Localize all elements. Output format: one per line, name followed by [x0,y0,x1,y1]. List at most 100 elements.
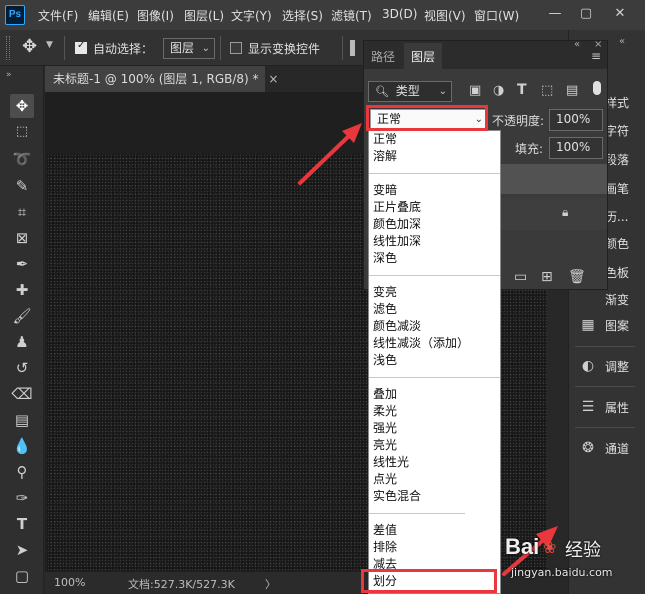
menu-layer[interactable]: 图层(L) [184,7,224,24]
blend-option[interactable]: 变暗 [373,183,397,198]
blur-tool-icon[interactable]: 💧 [10,434,34,458]
type-tool-icon[interactable]: T [10,512,34,536]
layer-filter-dropdown[interactable]: 🔍︎ 类型 ⌄ [368,81,452,102]
panel-menu-icon[interactable]: ≡ [591,49,601,63]
delete-layer-icon[interactable]: 🗑︎ [568,269,586,285]
auto-select-target-dropdown[interactable]: 图层 ⌄ [163,38,215,59]
opacity-label: 不透明度: [492,114,545,128]
brush-tool-icon[interactable]: 🖌 [10,304,34,328]
dock-item-channels[interactable]: ❂ 通道 [569,430,645,466]
show-transform-checkbox[interactable] [230,42,242,54]
options-divider [64,36,65,60]
path-select-tool-icon[interactable]: ➤ [10,538,34,562]
fill-value: 100% [556,140,591,154]
menu-select[interactable]: 选择(S) [282,7,323,24]
clone-stamp-tool-icon[interactable]: ♟ [10,330,34,354]
frame-tool-icon[interactable]: ⊠ [10,226,34,250]
marquee-tool-icon[interactable]: ⬚ [10,120,34,144]
collapse-panel-icon[interactable]: « [574,39,580,50]
lasso-tool-icon[interactable]: ➰ [10,147,34,171]
eyedropper-tool-icon[interactable]: ✒ [10,252,34,276]
filter-shape-icon[interactable]: ⬚ [541,83,553,98]
healing-brush-tool-icon[interactable]: ✚ [10,278,34,302]
close-window-button[interactable]: ✕ [605,2,635,26]
menu-type[interactable]: 文字(Y) [231,7,272,24]
paw-icon: ❀ [543,538,557,557]
layer-row-selected[interactable] [494,164,607,194]
tool-preset-chevron-icon[interactable]: ▼ [46,40,53,50]
blend-option[interactable]: 变亮 [373,285,397,300]
watermark: Bai ❀ 经验 jingyan.baidu.com [505,534,645,594]
dock-label: 渐变 [605,293,630,307]
pen-tool-icon[interactable]: ✑ [10,486,34,510]
filter-type-icon[interactable]: T [517,82,527,98]
dock-item-adjustments[interactable]: ◐ 调整 [569,348,645,384]
blend-option[interactable]: 柔光 [373,404,397,419]
filter-smart-object-icon[interactable]: ▤ [566,83,578,98]
collapse-dock-icon[interactable]: « [619,36,625,47]
menu-image[interactable]: 图像(I) [137,7,174,24]
lock-icon: 🔒︎ [562,205,569,219]
blend-option[interactable]: 正片叠底 [373,200,421,215]
blend-option[interactable]: 颜色加深 [373,217,421,232]
filter-adjustment-icon[interactable]: ◑ [493,83,504,98]
close-tab-icon[interactable]: × [268,72,278,86]
filter-pixel-icon[interactable]: ▣ [469,83,481,98]
menu-3d[interactable]: 3D(D) [382,7,417,21]
dock-label: 通道 [605,442,630,456]
tab-layers[interactable]: 图层 [404,43,442,71]
new-group-icon[interactable]: ▭ [514,269,527,285]
blend-option[interactable]: 亮光 [373,438,397,453]
tab-paths[interactable]: 路径 [366,43,400,71]
align-left-icon[interactable] [350,40,355,56]
maximize-button[interactable]: ▢ [571,2,601,26]
history-brush-tool-icon[interactable]: ↺ [10,356,34,380]
auto-select-checkbox[interactable] [75,40,87,54]
dock-divider [575,427,635,428]
channels-icon: ❂ [582,440,594,456]
zoom-level[interactable]: 100% [54,576,85,589]
gradient-tool-icon[interactable]: ▤ [10,408,34,432]
blend-option[interactable]: 强光 [373,421,397,436]
menu-view[interactable]: 视图(V) [424,7,466,24]
blend-option[interactable]: 浅色 [373,353,397,368]
blend-option[interactable]: 溶解 [373,149,397,164]
document-tab[interactable]: 未标题-1 @ 100% (图层 1, RGB/8) * × [45,66,278,92]
blend-option[interactable]: 正常 [373,132,397,147]
dock-item-properties[interactable]: ☰ 属性 [569,389,645,425]
status-menu-arrow-icon[interactable]: 〉 [265,576,276,592]
blend-option[interactable]: 实色混合 [373,489,421,504]
menu-edit[interactable]: 编辑(E) [88,7,129,24]
dock-divider [575,346,635,347]
quick-select-tool-icon[interactable]: ✎ [10,174,34,198]
blend-option[interactable]: 线性加深 [373,234,421,249]
move-tool-icon[interactable]: ✥ [10,94,34,118]
blend-option[interactable]: 叠加 [373,387,397,402]
dock-label: 调整 [605,360,630,374]
opacity-input[interactable]: 100% [549,109,603,131]
blend-option[interactable]: 线性减淡（添加） [373,336,469,351]
blend-option[interactable]: 排除 [373,540,397,555]
dodge-tool-icon[interactable]: ⚲ [10,460,34,484]
collapse-icon[interactable]: » [6,70,12,80]
eraser-tool-icon[interactable]: ⌫ [10,382,34,406]
blend-option[interactable]: 颜色减淡 [373,319,421,334]
menu-filter[interactable]: 滤镜(T) [331,7,372,24]
blend-option[interactable]: 差值 [373,523,397,538]
blend-option[interactable]: 深色 [373,251,397,266]
blend-option[interactable]: 滤色 [373,302,397,317]
highlight-box-divide [361,569,497,593]
tools-panel: » ⋯ ✥ ⬚ ➰ ✎ ⌗ ⊠ ✒ ✚ 🖌 ♟ ↺ ⌫ ▤ 💧 ⚲ ✑ T ➤ … [0,66,44,594]
minimize-button[interactable]: — [540,2,570,26]
rectangle-tool-icon[interactable]: ▢ [10,564,34,588]
crop-tool-icon[interactable]: ⌗ [10,200,34,224]
blend-option[interactable]: 线性光 [373,455,409,470]
filter-toggle-icon[interactable] [593,81,601,95]
dock-item-patterns[interactable]: ▦ 图案 [569,307,645,343]
menu-file[interactable]: 文件(F) [38,7,78,24]
fill-input[interactable]: 100% [549,137,603,159]
blend-option[interactable]: 点光 [373,472,397,487]
layer-row-background[interactable]: 🔒︎ [494,198,607,230]
new-layer-icon[interactable]: ⊞ [541,269,553,285]
menu-window[interactable]: 窗口(W) [474,7,519,24]
